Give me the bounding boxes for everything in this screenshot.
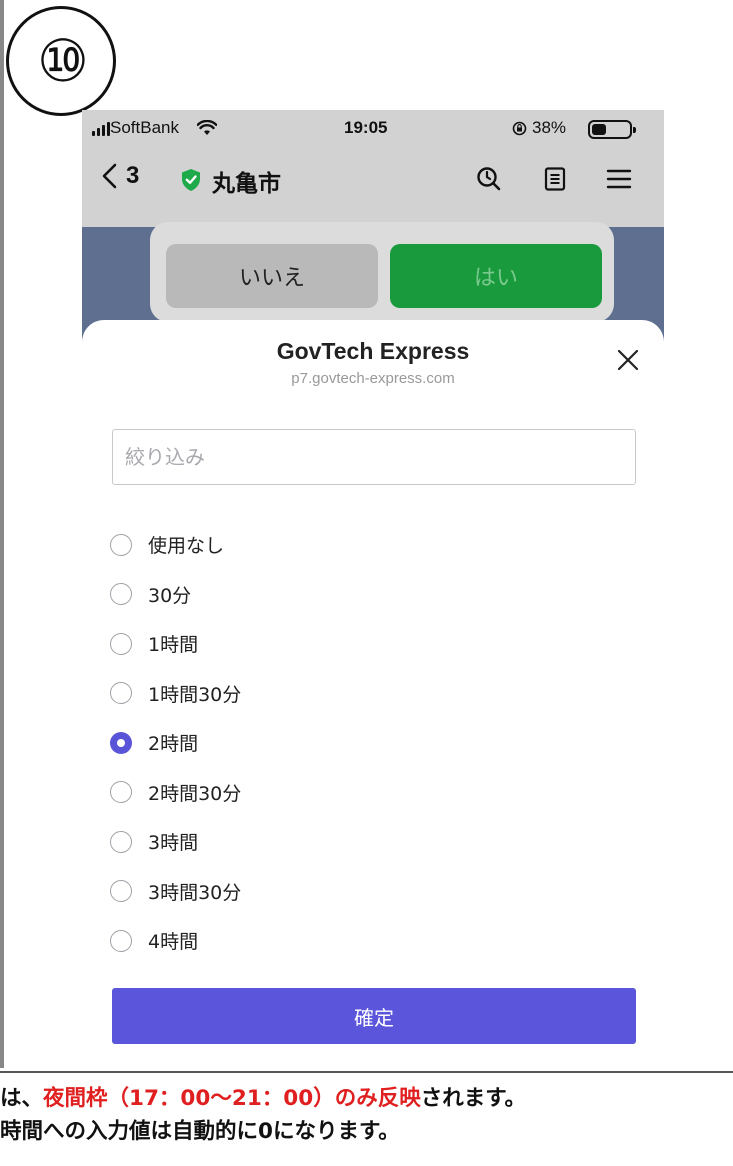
radio-unchecked-icon[interactable] (110, 929, 132, 952)
option-label: 4時間 (148, 931, 199, 954)
back-count: 3 (126, 162, 140, 189)
radio-checked-icon[interactable] (110, 731, 132, 754)
page-frame-line (0, 0, 4, 1068)
caption-divider (0, 1071, 733, 1073)
option-row[interactable]: 3時間 (110, 817, 630, 867)
back-button[interactable]: 3 (100, 162, 139, 190)
option-row[interactable]: 2時間30分 (110, 768, 630, 818)
caption-suffix: されます。 (420, 1086, 527, 1111)
signal-strength-icon (92, 122, 110, 136)
yes-button[interactable]: はい (390, 244, 602, 308)
sheet-url: p7.govtech-express.com (291, 370, 455, 387)
browser-nav-bar: 3 丸亀市 (82, 150, 664, 212)
phone-screenshot: SoftBank 19:05 38% 3 丸亀市 いいえ はい GovTech … (82, 110, 664, 1068)
sheet-title: GovTech Express (276, 338, 470, 364)
radio-unchecked-icon[interactable] (110, 880, 132, 903)
option-row[interactable]: 1時間 (110, 619, 630, 669)
caption-highlight: 夜間枠（17：00〜21：00）のみ反映 (43, 1086, 421, 1111)
carrier-name: SoftBank (110, 118, 179, 137)
radio-unchecked-icon[interactable] (110, 682, 132, 705)
radio-unchecked-icon[interactable] (110, 830, 132, 853)
option-row[interactable]: 2時間 (110, 718, 630, 768)
option-label: 3時間 (148, 832, 199, 855)
option-row[interactable]: 1時間30分 (110, 669, 630, 719)
wifi-icon (197, 120, 217, 135)
caption-prefix: は、 (0, 1086, 44, 1111)
option-label: 1時間30分 (148, 683, 242, 706)
confirm-button[interactable]: 確定 (112, 988, 636, 1044)
rotation-lock-icon (512, 121, 527, 136)
search-button[interactable] (472, 162, 506, 196)
option-list: 使用なし 30分 1時間 1時間30分 2時間 2時間30分 3時間 3時間30分 4時間 (110, 520, 630, 966)
radio-unchecked-icon[interactable] (110, 583, 132, 606)
filter-input[interactable] (112, 429, 636, 485)
option-label: 2時間30分 (148, 782, 242, 805)
no-button[interactable]: いいえ (166, 244, 378, 308)
step-number-badge: ⑩ (6, 6, 116, 116)
verified-shield-icon (182, 169, 200, 191)
hamburger-menu-icon (606, 169, 632, 189)
chevron-left-icon (102, 163, 117, 189)
battery-percentage: 38% (532, 118, 567, 137)
search-icon (477, 167, 501, 191)
option-row[interactable]: 4時間 (110, 916, 630, 966)
document-icon (544, 167, 566, 191)
radio-unchecked-icon[interactable] (110, 781, 132, 804)
page-info-button[interactable] (538, 162, 572, 196)
option-label: 1時間 (148, 634, 199, 657)
caption-line-2: 時間への入力値は自動的に0になります。 (0, 1119, 400, 1144)
close-icon[interactable] (612, 344, 644, 376)
battery-icon (588, 120, 636, 139)
caption-line-1: は、夜間枠（17：00〜21：00）のみ反映されます。 (0, 1082, 733, 1115)
option-row[interactable]: 3時間30分 (110, 867, 630, 917)
site-title: 丸亀市 (212, 171, 281, 197)
select-bottom-sheet: GovTech Express p7.govtech-express.com 使… (82, 320, 664, 1068)
status-clock: 19:05 (344, 118, 388, 137)
caption: は、夜間枠（17：00〜21：00）のみ反映されます。 時間への入力値は自動的に… (0, 1082, 733, 1148)
option-label: 30分 (148, 584, 192, 607)
option-label: 3時間30分 (148, 881, 242, 904)
menu-button[interactable] (602, 162, 636, 196)
radio-unchecked-icon[interactable] (110, 632, 132, 655)
option-label: 使用なし (148, 535, 225, 558)
radio-unchecked-icon[interactable] (110, 533, 132, 556)
option-row[interactable]: 30分 (110, 570, 630, 620)
option-label: 2時間 (148, 733, 199, 756)
status-bar: SoftBank 19:05 38% (82, 110, 664, 150)
option-row[interactable]: 使用なし (110, 520, 630, 570)
